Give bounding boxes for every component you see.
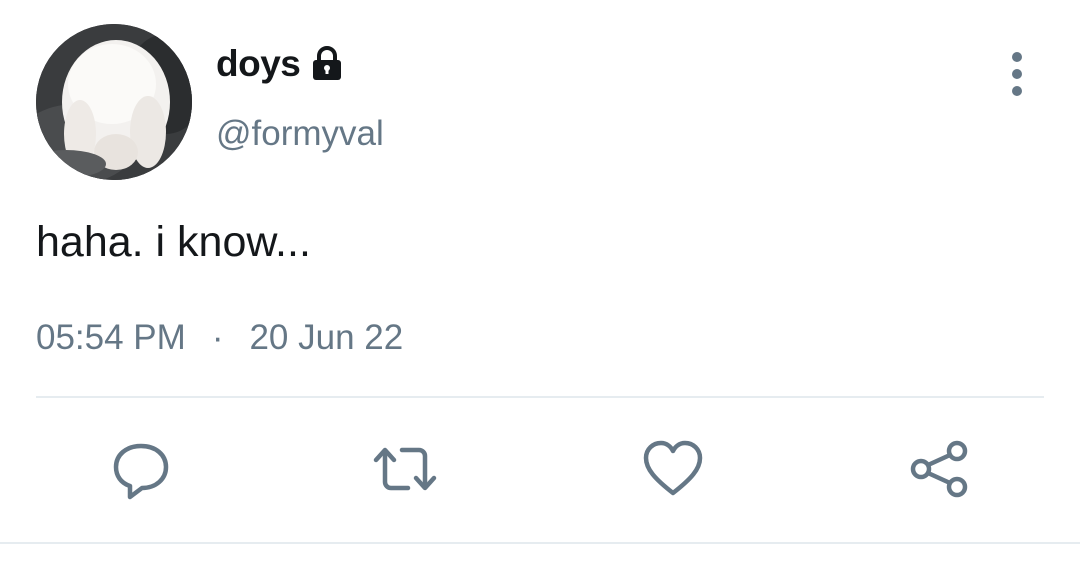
reply-button[interactable] [106, 434, 176, 504]
avatar[interactable] [36, 24, 192, 180]
heart-icon [643, 440, 703, 496]
share-button[interactable] [904, 434, 974, 504]
more-vertical-icon [1012, 52, 1022, 62]
more-dot [1012, 69, 1022, 79]
divider [0, 542, 1080, 544]
divider [36, 396, 1044, 398]
reply-icon [113, 443, 169, 500]
tweet-card: doys @formyval haha. i know... 05:54 PM … [0, 0, 1080, 561]
meta-separator: · [211, 318, 224, 357]
bunny-avatar-image [36, 24, 192, 180]
display-name-row[interactable]: doys [216, 40, 346, 88]
retweet-icon [373, 447, 437, 491]
retweet-button[interactable] [370, 434, 440, 504]
lock-icon [308, 45, 346, 83]
more-dot [1012, 86, 1022, 96]
user-handle[interactable]: @formyval [216, 112, 384, 156]
tweet-meta: 05:54 PM · 20 Jun 22 [36, 314, 403, 362]
tweet-time[interactable]: 05:54 PM [36, 314, 186, 362]
tweet-date[interactable]: 20 Jun 22 [249, 314, 403, 362]
tweet-text: haha. i know... [36, 218, 311, 266]
share-icon [910, 440, 968, 498]
more-options-button[interactable] [1002, 52, 1032, 96]
display-name[interactable]: doys [216, 40, 301, 88]
action-bar [0, 434, 1080, 504]
like-button[interactable] [638, 434, 708, 504]
